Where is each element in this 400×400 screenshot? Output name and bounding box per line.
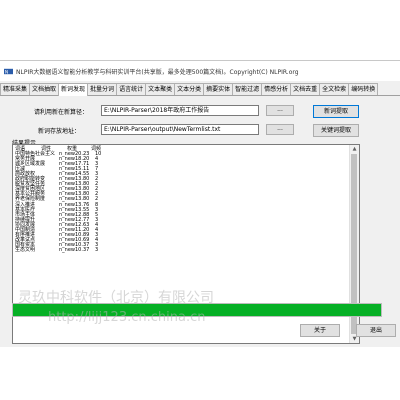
progress-bar	[12, 303, 382, 317]
tab-3[interactable]: 批量分词	[87, 83, 118, 95]
tab-7[interactable]: 摘要实体	[203, 83, 234, 95]
result-cell: 10.37	[75, 246, 90, 253]
app-logo-icon: N	[4, 68, 13, 75]
tab-5[interactable]: 文本聚类	[145, 83, 176, 95]
title-bar: N NLPIR大数据语义智能分析教学与科研实训平台(共享版，最多处理500篇文档…	[0, 61, 400, 81]
tab-bar: 精准采集 文档抽取 新词发现 批量分词 语言统计 文本聚类 文本分类 摘要实体 智能过滤 情感分析…	[0, 83, 400, 96]
source-path-input[interactable]: E:\NLPIR-Parser\2018年政府工作报告	[101, 105, 259, 116]
result-list: 词语 词性 权重 词频 中国特色社会主义 n_new 20.23 10 常务开展 n_ne…	[15, 146, 349, 253]
store-path-label: 新词存放地址：	[38, 128, 81, 135]
tab-8[interactable]: 智能过滤	[232, 83, 263, 95]
svg-text:N: N	[5, 69, 8, 75]
result-cell: n_new	[59, 246, 76, 253]
tab-0[interactable]: 精准采集	[0, 83, 31, 95]
browse-store-button[interactable]: ...	[266, 124, 294, 135]
tab-10[interactable]: 文档去重	[290, 83, 321, 95]
exit-button[interactable]: 退出	[356, 324, 396, 337]
tab-1[interactable]: 文档抽取	[29, 83, 60, 95]
about-button[interactable]: 关于	[300, 324, 340, 337]
window-title: NLPIR大数据语义智能分析教学与科研实训平台(共享版，最多处理500篇文档)。…	[16, 68, 299, 76]
tab-6[interactable]: 文本分类	[174, 83, 205, 95]
browse-source-button[interactable]: ...	[266, 105, 294, 116]
tab-4[interactable]: 语言统计	[116, 83, 147, 95]
keyword-extract-button[interactable]: 关键词提取	[313, 124, 359, 137]
store-path-input[interactable]: E:\NLPIR-Parser\output\NewTermlist.txt	[101, 124, 259, 135]
tab-11[interactable]: 全文检索	[319, 83, 350, 95]
result-cell: 3	[95, 246, 99, 253]
tab-9[interactable]: 情感分析	[261, 83, 292, 95]
app-window: N NLPIR大数据语义智能分析教学与科研实训平台(共享版，最多处理500篇文档…	[0, 60, 400, 347]
scroll-up-arrow-icon[interactable]: ▲	[350, 145, 359, 153]
result-cell: 生态文明	[15, 246, 36, 253]
progress-fill	[13, 304, 381, 316]
result-row: 生态文明 n_new 10.37 3	[15, 246, 349, 253]
tab-2[interactable]: 新词发现	[58, 83, 89, 96]
source-path-label: 请利用新在新算径：	[34, 109, 89, 116]
new-word-extract-button[interactable]: 新词提取	[313, 105, 359, 118]
tab-12[interactable]: 编码转换	[348, 83, 379, 95]
